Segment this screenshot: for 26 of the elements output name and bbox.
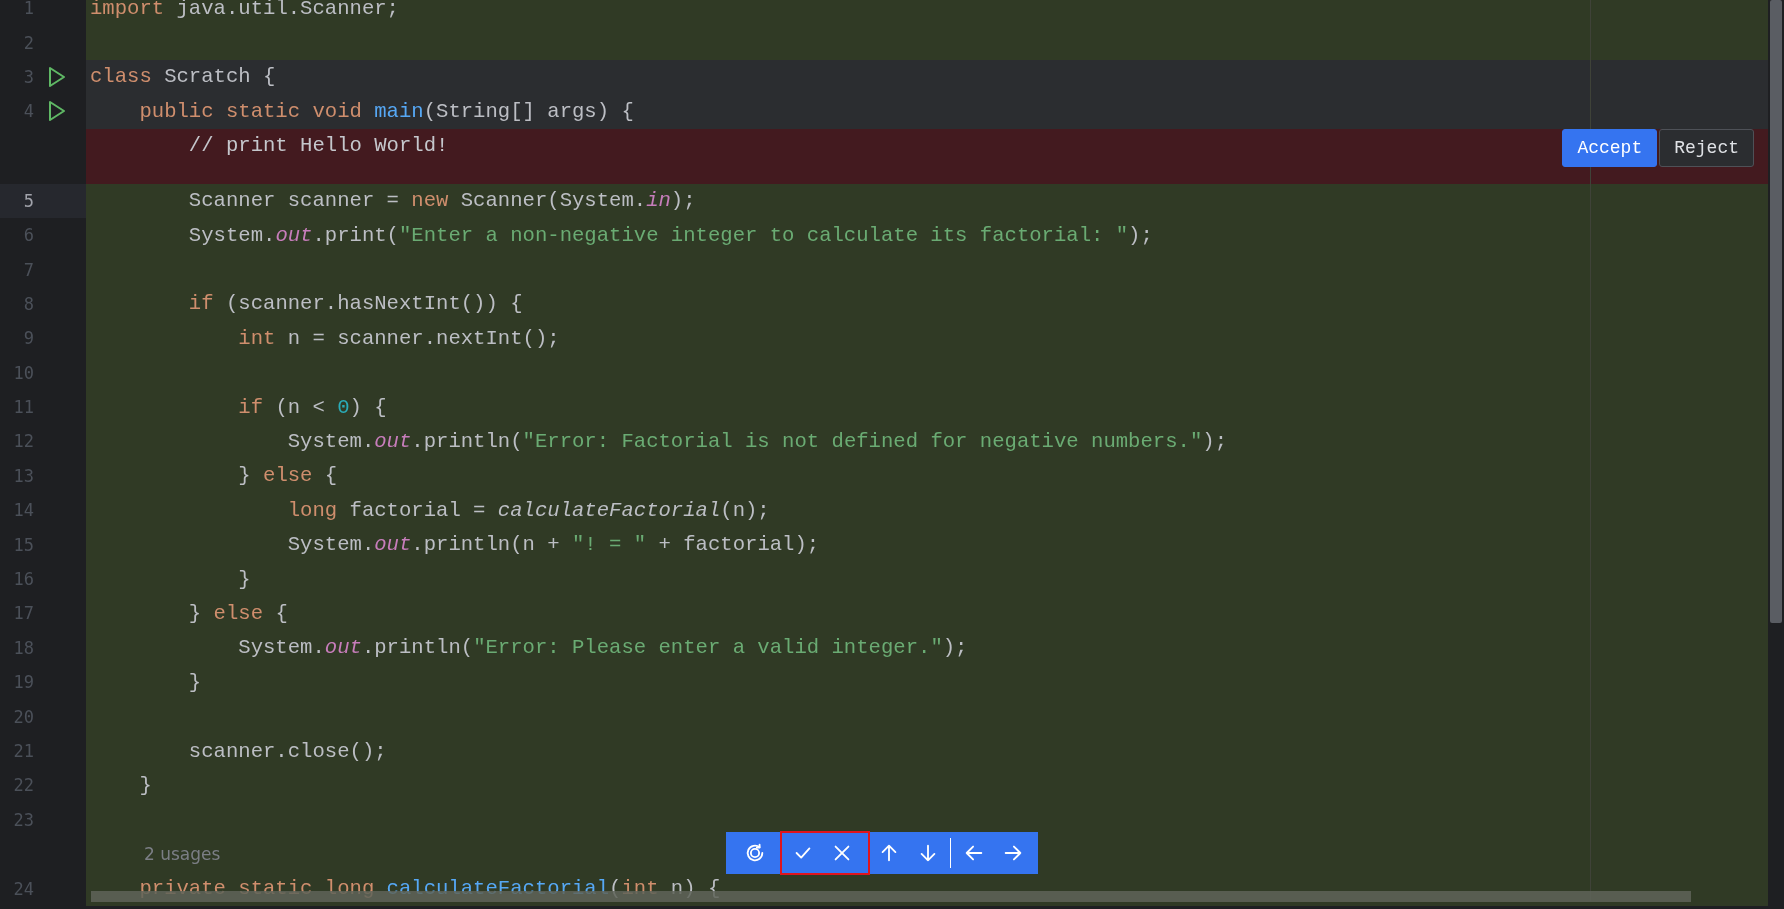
run-icon[interactable] bbox=[47, 100, 67, 123]
code-line: } bbox=[237, 567, 251, 591]
code-line: int n = scanner.nextInt(); bbox=[237, 326, 560, 350]
code-line: } else { bbox=[187, 601, 288, 625]
code-line: private static long calculateFactorial(int n) { bbox=[138, 877, 721, 901]
scrollbar-thumb[interactable] bbox=[1770, 0, 1782, 623]
code-line: } else { bbox=[237, 464, 338, 488]
code-line: } bbox=[138, 773, 152, 797]
run-icon[interactable] bbox=[47, 65, 67, 88]
code-line: Scanner scanner = new Scanner(System.in); bbox=[187, 189, 696, 213]
accept-button[interactable]: Accept bbox=[1562, 128, 1658, 167]
code-line: if (n < 0) { bbox=[237, 395, 387, 419]
code-line: System.out.print("Enter a non-negative integer to calculate its factorial: "); bbox=[187, 223, 1153, 247]
code-line: System.out.println("Error: Please enter a valid integer."); bbox=[237, 636, 968, 660]
code-line: long factorial = calculateFactorial(n); bbox=[286, 498, 770, 522]
code-line: public static void main(String[] args) { bbox=[138, 99, 634, 123]
code-line: System.out.println(n + "! = " + factorial); bbox=[286, 533, 820, 557]
code-line: } bbox=[187, 670, 202, 694]
code-line: System.out.println("Error: Factorial is not defined for negative numbers."); bbox=[286, 430, 1227, 453]
line-number: 5 bbox=[22, 190, 34, 211]
code-line: // print Hello World! bbox=[187, 134, 449, 158]
code-line: scanner.close(); bbox=[187, 739, 387, 763]
code-line: if (scanner.hasNextInt()) { bbox=[187, 292, 523, 316]
reject-button[interactable]: Reject bbox=[1659, 128, 1754, 167]
usages-hint[interactable]: 2 usages bbox=[144, 844, 221, 865]
code-line: class Scratch { bbox=[90, 65, 276, 89]
